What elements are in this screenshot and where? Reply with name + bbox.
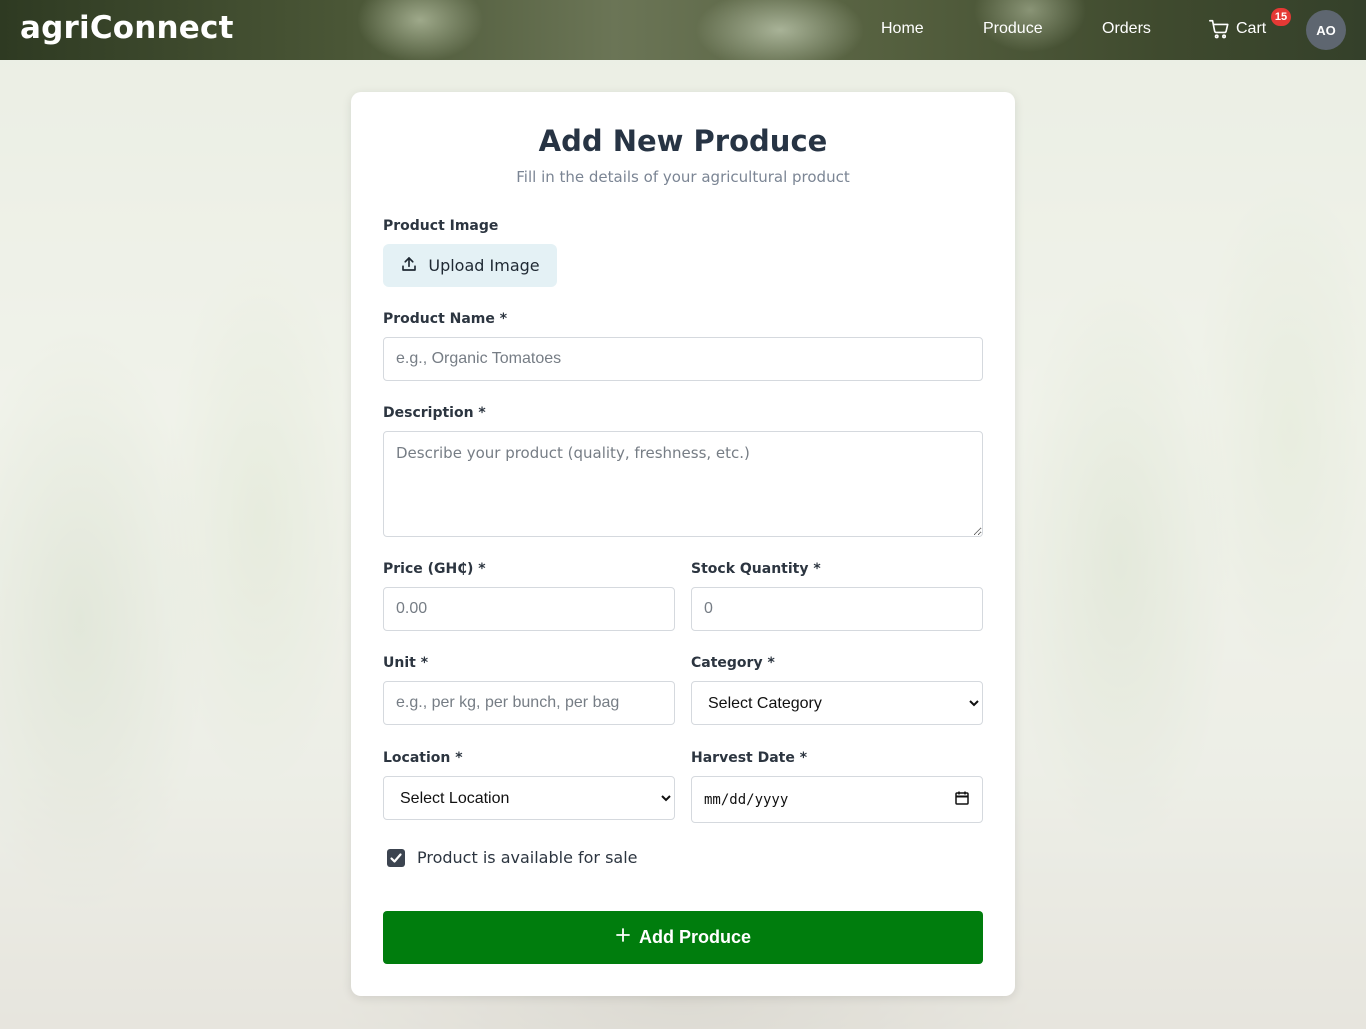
unit-input[interactable] <box>383 681 675 725</box>
available-for-sale-option[interactable]: Product is available for sale <box>387 848 638 867</box>
nav-cart-label: Cart <box>1236 20 1267 37</box>
location-select[interactable]: Select Location <box>383 776 675 820</box>
upload-image-button[interactable]: Upload Image <box>383 244 557 287</box>
location-label: Location * <box>383 750 463 766</box>
description-textarea[interactable] <box>383 431 983 537</box>
stock-quantity-label: Stock Quantity * <box>691 561 821 577</box>
category-select[interactable]: Select Category <box>691 681 983 725</box>
upload-icon <box>400 255 418 277</box>
page-subtitle: Fill in the details of your agricultural… <box>516 168 850 186</box>
harvest-date-input[interactable]: mm/dd/yyyy <box>691 776 983 823</box>
harvest-date-label: Harvest Date * <box>691 750 808 766</box>
category-label: Category * <box>691 655 775 671</box>
product-image-label: Product Image <box>383 218 499 234</box>
cart-count-badge: 15 <box>1271 8 1291 26</box>
available-checkbox-label: Product is available for sale <box>417 848 638 867</box>
add-produce-button[interactable]: Add Produce <box>383 911 983 964</box>
description-label: Description * <box>383 405 486 421</box>
add-produce-card: Add New Produce Fill in the details of y… <box>351 92 1015 996</box>
nav-produce-link[interactable]: Produce <box>983 20 1043 38</box>
product-name-input[interactable] <box>383 337 983 381</box>
add-produce-label: Add Produce <box>638 927 751 947</box>
cart-icon <box>1208 18 1230 40</box>
plus-icon <box>615 927 631 948</box>
top-navbar: agriConnect Home Produce Orders Cart 15 … <box>0 0 1366 60</box>
unit-label: Unit * <box>383 655 429 671</box>
available-checkbox[interactable] <box>387 848 405 867</box>
stock-quantity-input[interactable] <box>691 587 983 631</box>
calendar-icon[interactable] <box>954 790 970 810</box>
nav-home-link[interactable]: Home <box>881 20 924 38</box>
price-label: Price (GH₵) * <box>383 561 486 577</box>
price-input[interactable] <box>383 587 675 631</box>
product-name-label: Product Name * <box>383 311 508 327</box>
user-avatar[interactable]: AO <box>1306 10 1346 50</box>
nav-cart-link[interactable]: Cart <box>1208 18 1266 40</box>
harvest-date-placeholder: mm/dd/yyyy <box>704 791 789 808</box>
page-title: Add New Produce <box>538 124 828 158</box>
nav-orders-link[interactable]: Orders <box>1102 20 1151 38</box>
upload-image-label: Upload Image <box>428 256 540 275</box>
brand-logo[interactable]: agriConnect <box>20 10 234 46</box>
check-icon <box>390 852 402 863</box>
